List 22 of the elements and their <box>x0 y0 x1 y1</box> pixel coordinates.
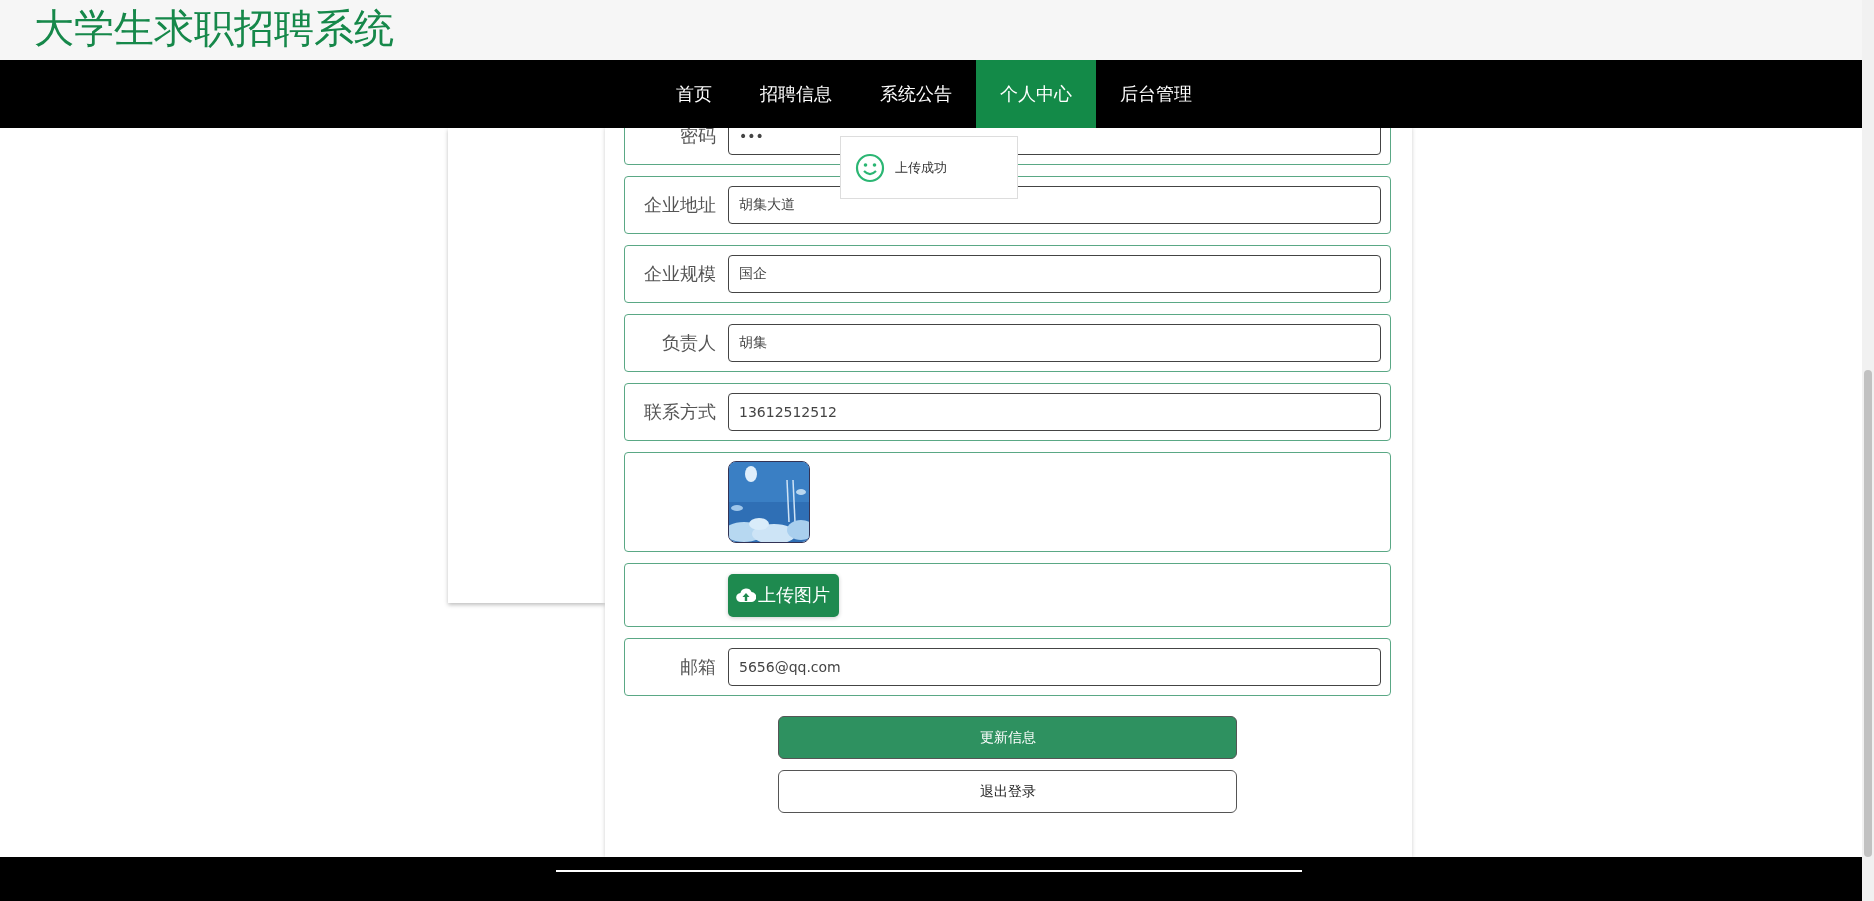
scrollbar[interactable] <box>1862 0 1874 901</box>
nav-tab[interactable]: 首页 <box>652 60 736 128</box>
toast-text: 上传成功 <box>895 158 947 177</box>
nav-tab[interactable]: 系统公告 <box>856 60 976 128</box>
upload-button[interactable]: 上传图片 <box>728 573 839 617</box>
nav-tab[interactable]: 后台管理 <box>1096 60 1216 128</box>
site-title: 大学生求职招聘系统 <box>33 4 394 53</box>
update-button[interactable]: 更新信息 <box>778 716 1237 759</box>
input-field[interactable]: 13612512512 <box>728 393 1381 431</box>
logout-button[interactable]: 退出登录 <box>778 770 1237 813</box>
field-label: 企业规模 <box>644 263 716 284</box>
cloud-upload-icon <box>736 587 756 603</box>
input-field[interactable]: 胡集 <box>728 324 1381 362</box>
nav-tab[interactable]: 招聘信息 <box>736 60 856 128</box>
input-field[interactable]: 国企 <box>728 255 1381 293</box>
field-label: 负责人 <box>662 332 716 353</box>
field-label: 联系方式 <box>644 401 716 422</box>
smiley-icon <box>855 152 885 183</box>
field-label: 企业地址 <box>644 194 716 215</box>
field-label: 邮箱 <box>680 656 716 677</box>
input-field[interactable]: 5656@qq.com <box>728 648 1381 686</box>
nav-tab[interactable]: 个人中心 <box>976 60 1096 128</box>
